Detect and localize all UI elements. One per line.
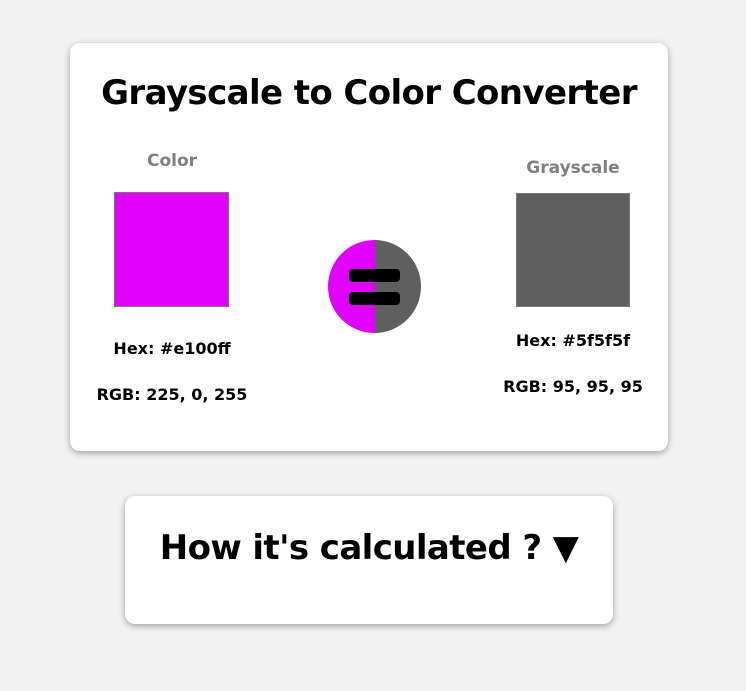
calculation-toggle[interactable]: How it's calculated ? ▼ bbox=[125, 528, 613, 568]
equals-bar-bottom bbox=[349, 292, 400, 305]
grayscale-swatch[interactable] bbox=[516, 193, 630, 307]
equals-icon bbox=[328, 240, 421, 333]
color-swatch[interactable] bbox=[114, 192, 229, 307]
page-title: Grayscale to Color Converter bbox=[101, 73, 637, 113]
grayscale-rgb: RGB: 95, 95, 95 bbox=[503, 377, 643, 396]
color-hex: Hex: #e100ff bbox=[113, 339, 231, 358]
color-rgb: RGB: 225, 0, 255 bbox=[96, 385, 248, 404]
grayscale-label: Grayscale bbox=[526, 158, 620, 178]
color-label: Color bbox=[146, 151, 198, 171]
equals-bar-top bbox=[349, 269, 400, 282]
grayscale-hex: Hex: #5f5f5f bbox=[515, 331, 631, 350]
calculation-card[interactable]: How it's calculated ? ▼ bbox=[125, 496, 613, 624]
converter-card: Grayscale to Color Converter Color Hex: … bbox=[70, 43, 668, 451]
